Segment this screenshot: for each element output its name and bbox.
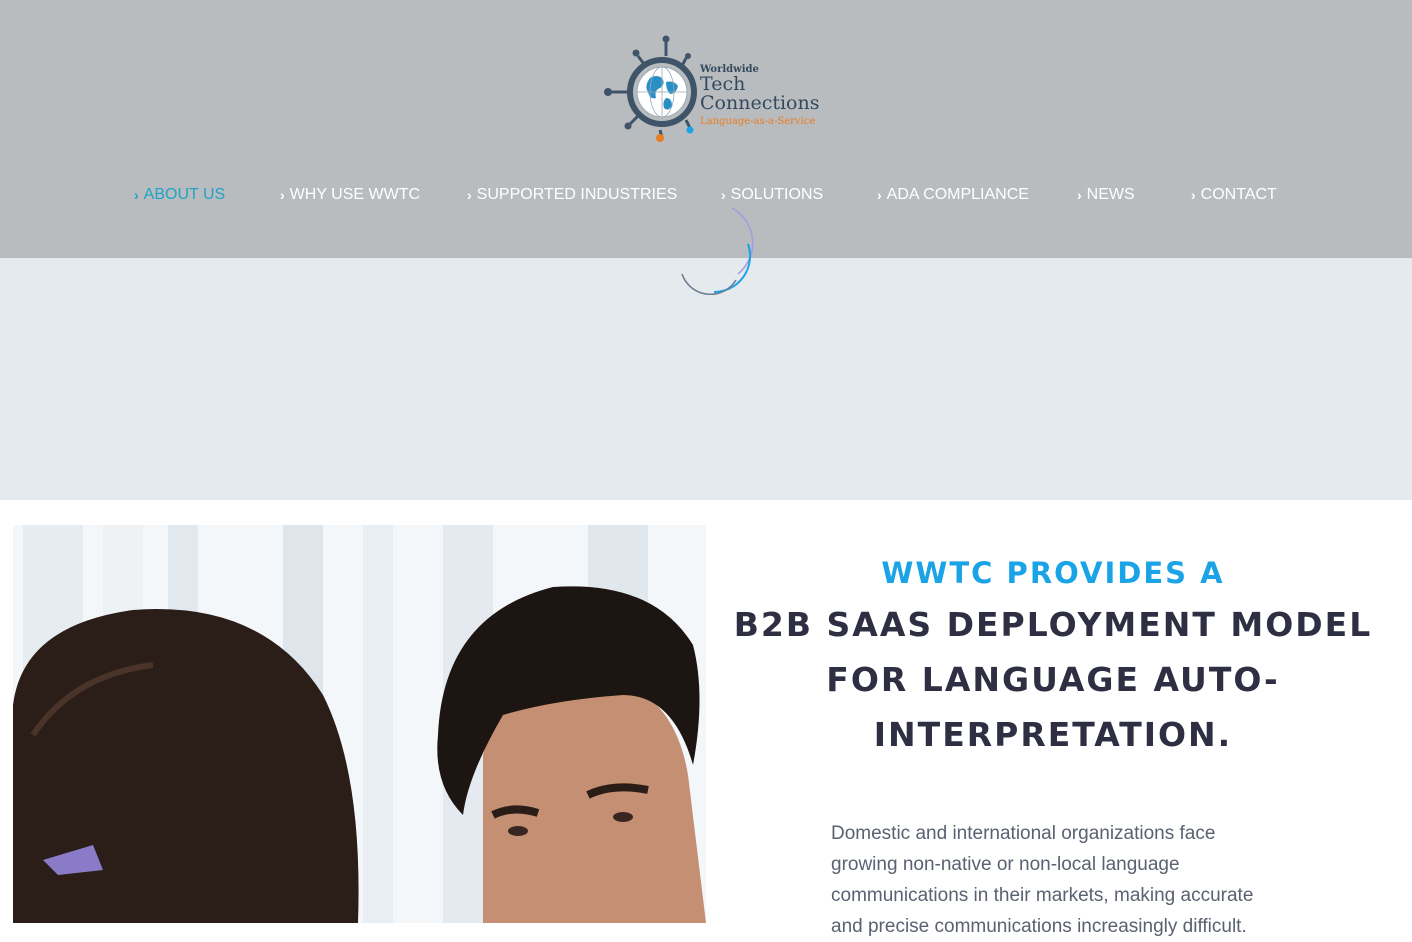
nav-about-us[interactable]: › ABOUT US — [134, 186, 225, 204]
nav-label: NEWS — [1086, 186, 1135, 203]
nav-news[interactable]: › NEWS — [1077, 186, 1135, 204]
nav-label: WHY USE WWTC — [289, 186, 421, 203]
nav-label: ADA COMPLIANCE — [886, 186, 1029, 203]
nav-supported-industries[interactable]: › SUPPORTED INDUSTRIES — [467, 186, 677, 204]
people-image — [13, 525, 706, 923]
chevron-right-icon: › — [877, 187, 882, 203]
nav-label: CONTACT — [1200, 186, 1277, 203]
team-photo — [13, 525, 706, 923]
heading-line-1: B2B SAAS DEPLOYMENT MODEL — [733, 605, 1373, 644]
heading-accent: WWTC PROVIDES A — [881, 556, 1225, 590]
hero-heading: WWTC PROVIDES A B2B SAAS DEPLOYMENT MODE… — [720, 550, 1386, 761]
site-logo[interactable]: Worldwide Tech Connections Language-as-a… — [600, 34, 820, 144]
nav-why-use-wwtc[interactable]: › WHY USE WWTC — [280, 186, 420, 204]
chevron-right-icon: › — [467, 187, 472, 203]
nav-contact[interactable]: › CONTACT — [1191, 186, 1277, 204]
chevron-right-icon: › — [1191, 187, 1196, 203]
logo-tagline: Language-as-a-Service — [700, 116, 816, 127]
heading-line-2: FOR LANGUAGE AUTO- — [826, 660, 1280, 699]
globe-logo-icon — [604, 35, 697, 142]
nav-label: ABOUT US — [143, 186, 226, 203]
chevron-right-icon: › — [134, 187, 139, 203]
loading-spinner-icon — [681, 207, 754, 295]
chevron-right-icon: › — [1077, 187, 1082, 203]
logo-wordmark: Worldwide Tech Connections Language-as-a… — [700, 64, 819, 127]
logo-connections: Connections — [700, 92, 820, 114]
heading-line-3: INTERPRETATION. — [873, 715, 1233, 754]
nav-label: SUPPORTED INDUSTRIES — [476, 186, 678, 203]
chevron-right-icon: › — [280, 187, 285, 203]
intro-paragraph: Domestic and international organizations… — [831, 823, 1254, 937]
nav-ada-compliance[interactable]: › ADA COMPLIANCE — [877, 186, 1029, 204]
